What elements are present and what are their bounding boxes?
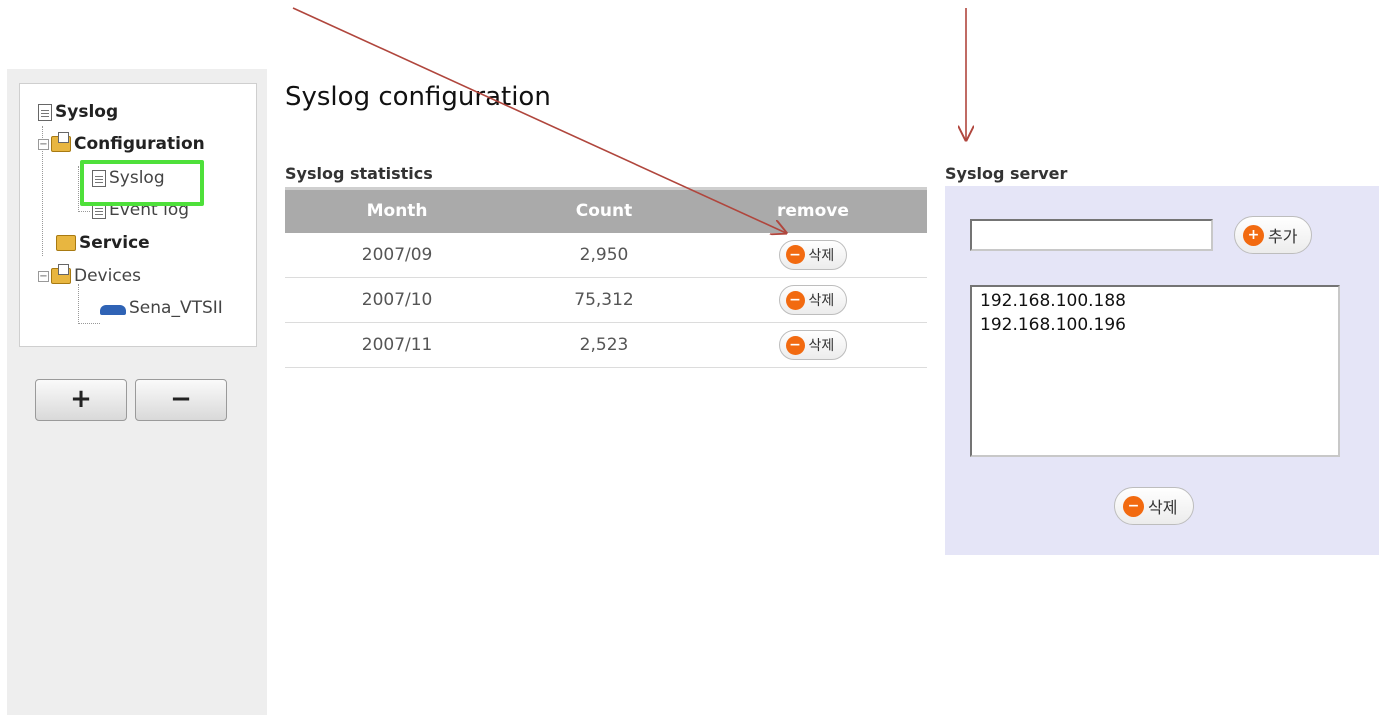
annotation-arrow <box>292 7 786 233</box>
annotation-arrows <box>292 7 1384 715</box>
